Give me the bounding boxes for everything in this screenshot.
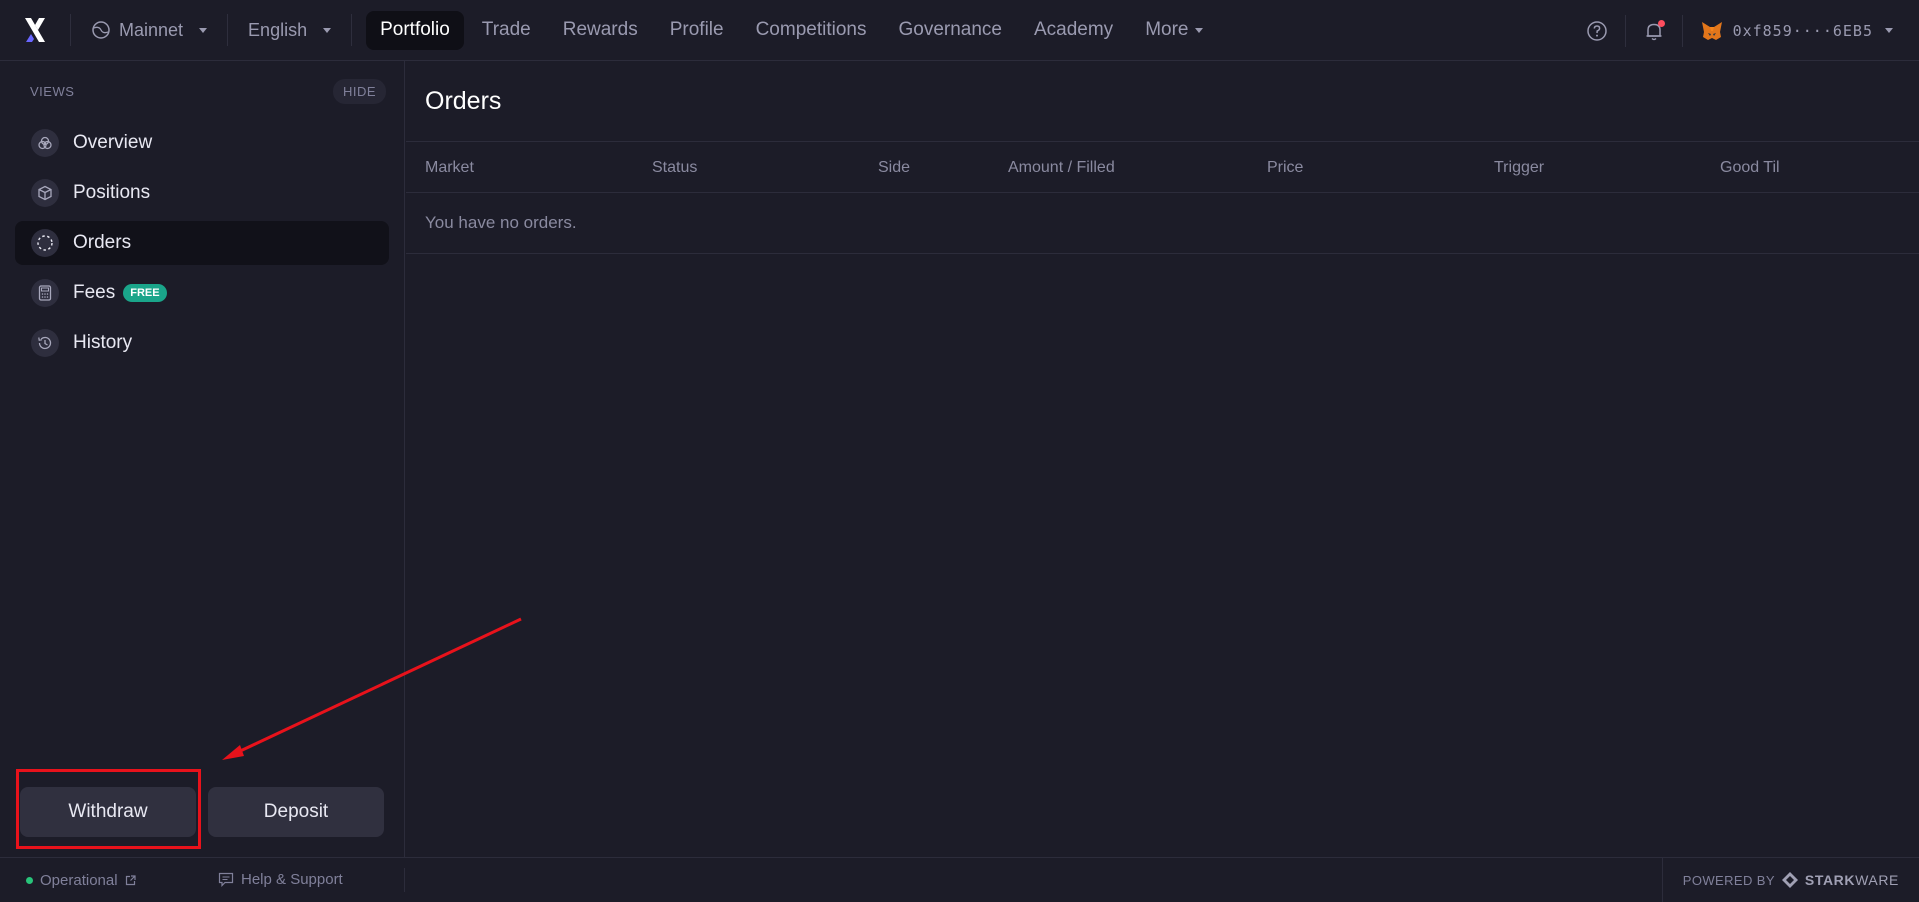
empty-state-message: You have no orders. — [406, 193, 1919, 254]
page-title: Orders — [406, 61, 1919, 142]
column-header-good-til[interactable]: Good Til — [1720, 159, 1780, 177]
status-label: Operational — [40, 872, 118, 889]
divider — [404, 868, 405, 892]
starkware-wordmark: STARKWARE — [1804, 872, 1899, 888]
column-header-amount-filled[interactable]: Amount / Filled — [1008, 159, 1115, 177]
orders-panel: Orders Market Status Side Amount / Fille… — [406, 61, 1919, 857]
help-support-label: Help & Support — [241, 871, 343, 888]
status-dot — [26, 877, 33, 884]
column-header-price[interactable]: Price — [1267, 159, 1303, 177]
external-link-icon — [125, 875, 136, 886]
column-header-status[interactable]: Status — [652, 159, 697, 177]
column-header-market[interactable]: Market — [425, 159, 474, 177]
footer: Operational Help & Support POWERED BY ST… — [0, 857, 1919, 902]
orders-table-header: Market Status Side Amount / Filled Price… — [406, 142, 1919, 193]
starkware-logo-icon — [1781, 872, 1798, 888]
column-header-side[interactable]: Side — [878, 159, 910, 177]
help-support-link[interactable]: Help & Support — [218, 871, 343, 888]
powered-by: POWERED BY STARKWARE — [1661, 858, 1919, 902]
status-link[interactable]: Operational — [26, 872, 136, 889]
column-header-trigger[interactable]: Trigger — [1494, 159, 1544, 177]
powered-by-label: POWERED BY — [1682, 872, 1775, 888]
chat-icon — [218, 872, 234, 887]
